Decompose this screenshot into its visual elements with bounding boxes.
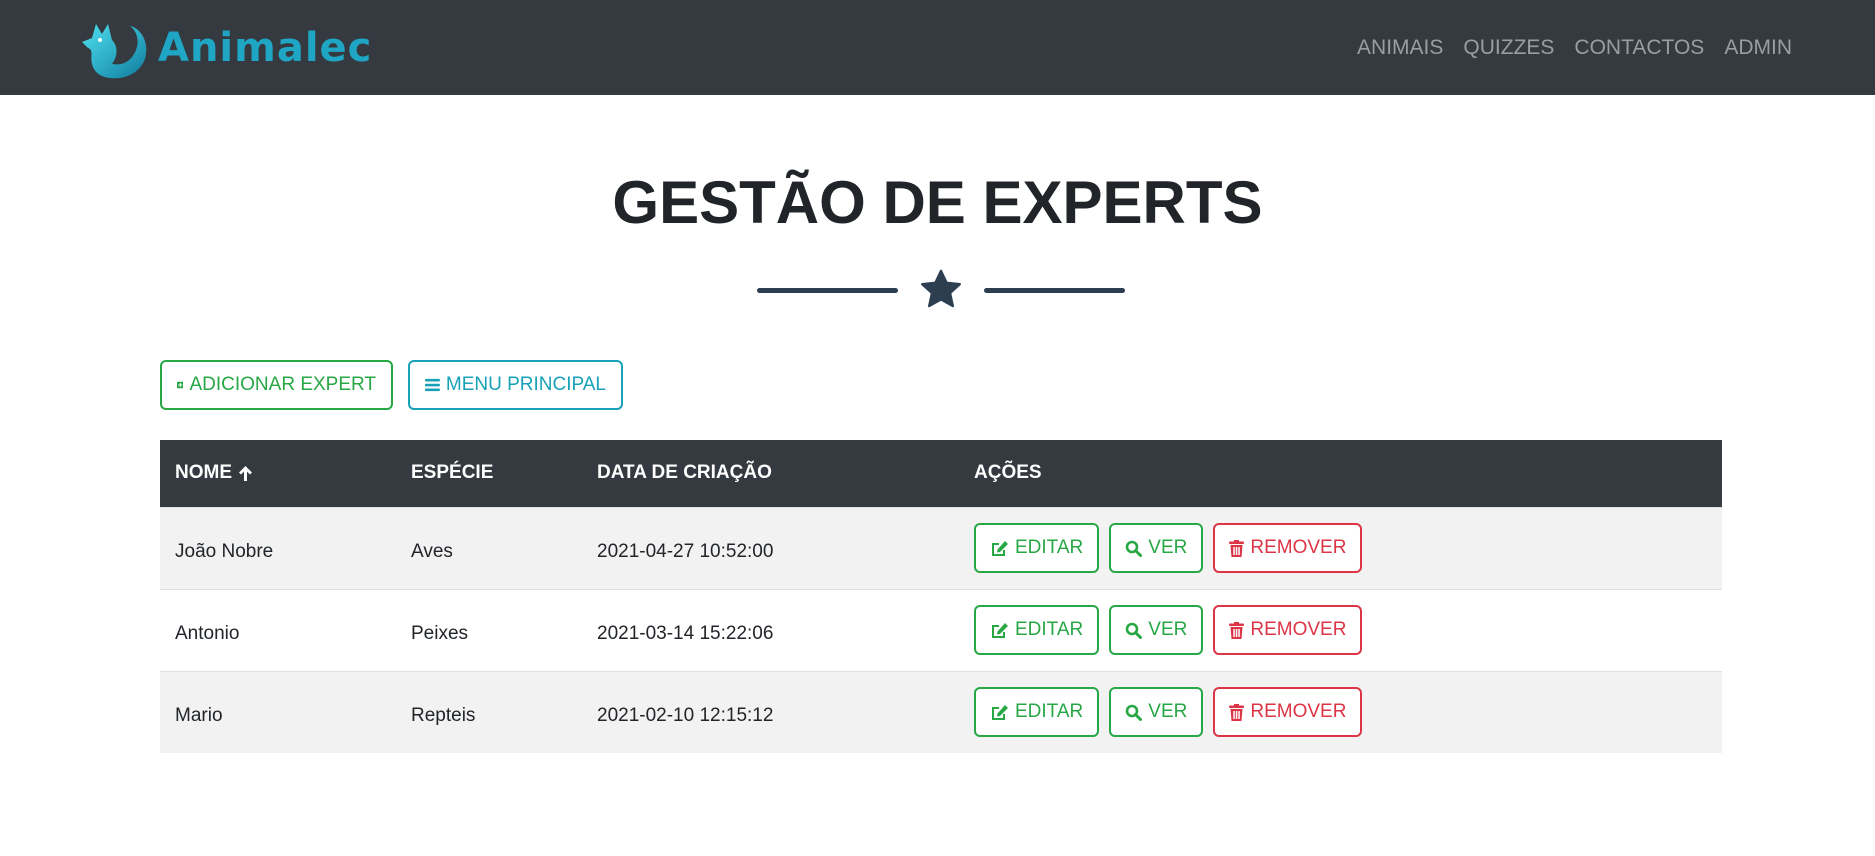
trash-icon — [1229, 539, 1245, 557]
main-nav: ANIMAIS QUIZZES CONTACTOS ADMIN — [1337, 36, 1792, 60]
nav-contactos[interactable]: CONTACTOS — [1574, 36, 1704, 60]
view-button[interactable]: VER — [1109, 687, 1204, 737]
row-actions: EDITAR VER REMOVER — [974, 687, 1363, 737]
table-row: Antonio Peixes 2021-03-14 15:22:06 EDITA… — [160, 589, 1722, 671]
cell-name: Mario — [175, 705, 223, 726]
nav-admin[interactable]: ADMIN — [1724, 36, 1792, 60]
arrow-up-icon — [239, 465, 252, 481]
fox-logo-icon — [82, 24, 147, 79]
table-row: João Nobre Aves 2021-04-27 10:52:00 EDIT… — [160, 507, 1722, 589]
cell-name: João Nobre — [175, 541, 274, 562]
view-label: VER — [1148, 701, 1188, 722]
add-expert-label: ADICIONAR EXPERT — [189, 374, 376, 395]
edit-label: EDITAR — [1015, 537, 1084, 558]
edit-label: EDITAR — [1015, 701, 1084, 722]
remove-button[interactable]: REMOVER — [1213, 687, 1363, 737]
cell-created: 2021-04-27 10:52:00 — [597, 541, 774, 562]
edit-icon — [992, 540, 1008, 556]
view-label: VER — [1148, 537, 1188, 558]
edit-button[interactable]: EDITAR — [974, 523, 1100, 573]
edit-label: EDITAR — [1015, 619, 1084, 640]
page-title: GESTÃO DE EXPERTS — [612, 169, 1263, 236]
cell-name: Antonio — [175, 623, 240, 644]
remove-button[interactable]: REMOVER — [1213, 523, 1363, 573]
edit-button[interactable]: EDITAR — [974, 687, 1100, 737]
main-menu-label: MENU PRINCIPAL — [445, 374, 606, 395]
trash-icon — [1229, 703, 1245, 721]
column-header-nome-label: NOME — [175, 462, 232, 483]
edit-button[interactable]: EDITAR — [974, 605, 1100, 655]
remove-button[interactable]: REMOVER — [1213, 605, 1363, 655]
table-header: NOME ESPÉCIE DATA DE CRIAÇÃO AÇÕES — [160, 440, 1722, 507]
main-menu-button[interactable]: MENU PRINCIPAL — [408, 360, 623, 410]
cell-species: Peixes — [411, 623, 469, 644]
nav-animais[interactable]: ANIMAIS — [1357, 36, 1443, 60]
view-label: VER — [1148, 619, 1188, 640]
view-button[interactable]: VER — [1109, 523, 1204, 573]
experts-table: NOME ESPÉCIE DATA DE CRIAÇÃO AÇÕES João … — [160, 440, 1722, 753]
brand-name: Animalec — [158, 25, 373, 71]
divider-line-left — [757, 288, 898, 293]
column-header-especie: ESPÉCIE — [411, 462, 494, 483]
view-button[interactable]: VER — [1109, 605, 1204, 655]
divider-line-right — [984, 288, 1125, 293]
title-divider — [757, 266, 1125, 314]
column-header-data: DATA DE CRIAÇÃO — [597, 462, 772, 483]
row-actions: EDITAR VER REMOVER — [974, 523, 1363, 573]
cell-created: 2021-03-14 15:22:06 — [597, 623, 774, 644]
search-icon — [1125, 540, 1143, 557]
table-row: Mario Repteis 2021-02-10 12:15:12 EDITAR… — [160, 671, 1722, 753]
column-header-nome[interactable]: NOME — [175, 462, 253, 484]
menu-bars-icon — [425, 378, 440, 392]
remove-label: REMOVER — [1250, 619, 1347, 640]
navbar: Animalec ANIMAIS QUIZZES CONTACTOS ADMIN — [0, 0, 1875, 95]
plus-square-icon — [177, 381, 184, 389]
nav-quizzes[interactable]: QUIZZES — [1463, 36, 1554, 60]
cell-species: Repteis — [411, 705, 476, 726]
toolbar: ADICIONAR EXPERT MENU PRINCIPAL — [160, 360, 623, 410]
remove-label: REMOVER — [1250, 537, 1347, 558]
edit-icon — [992, 704, 1008, 720]
cell-created: 2021-02-10 12:15:12 — [597, 705, 774, 726]
search-icon — [1125, 704, 1143, 721]
trash-icon — [1229, 621, 1245, 639]
brand-link[interactable]: Animalec — [78, 16, 372, 80]
edit-icon — [992, 622, 1008, 638]
cell-species: Aves — [411, 541, 453, 562]
search-icon — [1125, 622, 1143, 639]
remove-label: REMOVER — [1250, 701, 1347, 722]
add-expert-button[interactable]: ADICIONAR EXPERT — [160, 360, 393, 410]
column-header-acoes: AÇÕES — [974, 462, 1042, 483]
row-actions: EDITAR VER REMOVER — [974, 605, 1363, 655]
star-icon — [921, 269, 961, 308]
